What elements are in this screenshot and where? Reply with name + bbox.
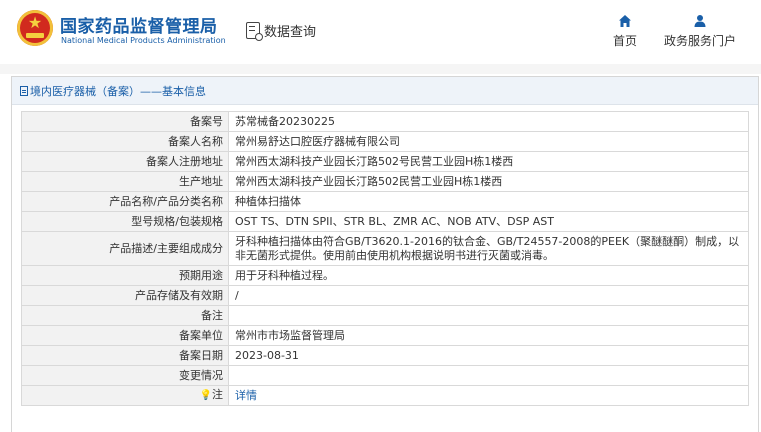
row-value: 2023-08-31 (228, 345, 749, 366)
panel-title: 境内医疗器械（备案）——基本信息 (30, 84, 206, 98)
row-label: 注 (212, 388, 223, 401)
site-header: ★ 国家药品监督管理局 National Medical Products Ad… (0, 0, 761, 64)
row-label: 备案人注册地址 (21, 151, 229, 172)
row-label: 产品描述/主要组成成分 (21, 231, 229, 266)
row-value: 种植体扫描体 (228, 191, 749, 212)
row-value: 常州西太湖科技产业园长汀路502号民营工业园H栋1楼西 (228, 151, 749, 172)
nav-government-services[interactable]: 政务服务门户 (661, 14, 739, 49)
data-query-link[interactable]: 数据查询 (246, 20, 317, 41)
table-row: 预期用途 用于牙科种植过程。 (21, 265, 749, 286)
row-label: 预期用途 (21, 265, 229, 286)
basic-info-table: 备案号 苏常械备20230225 备案人名称 常州易舒达口腔医疗器械有限公司 备… (21, 111, 749, 406)
row-label: 备案人名称 (21, 131, 229, 152)
row-label: 产品存储及有效期 (21, 285, 229, 306)
panel-header: 境内医疗器械（备案）——基本信息 (12, 77, 758, 105)
row-value: 常州市市场监督管理局 (228, 325, 749, 346)
table-row: 备案人注册地址 常州西太湖科技产业园长汀路502号民营工业园H栋1楼西 (21, 151, 749, 172)
row-value-cell: 详情 (228, 385, 749, 406)
site-title-en: National Medical Products Administration (61, 36, 226, 45)
row-value: / (228, 285, 749, 306)
row-label: 备案单位 (21, 325, 229, 346)
row-label: 备案号 (21, 111, 229, 132)
row-value: OST TS、DTN SPII、STR BL、ZMR AC、NOB ATV、DS… (228, 211, 749, 232)
row-value: 常州易舒达口腔医疗器械有限公司 (228, 131, 749, 152)
row-value (228, 365, 749, 386)
note-label-cell: 💡注 (21, 385, 229, 406)
info-panel: 境内医疗器械（备案）——基本信息 备案号 苏常械备20230225 备案人名称 … (11, 76, 759, 432)
table-row: 生产地址 常州西太湖科技产业园长汀路502民营工业园H栋1楼西 (21, 171, 749, 192)
table-row: 产品存储及有效期 / (21, 285, 749, 306)
table-row: 备案单位 常州市市场监督管理局 (21, 325, 749, 346)
details-link[interactable]: 详情 (235, 389, 257, 402)
document-icon (20, 85, 28, 96)
table-row: 备案日期 2023-08-31 (21, 345, 749, 366)
table-row: 变更情况 (21, 365, 749, 386)
row-value: 牙科种植扫描体由符合GB/T3620.1-2016的钛合金、GB/T24557-… (228, 231, 749, 266)
table-row: 型号规格/包装规格 OST TS、DTN SPII、STR BL、ZMR AC、… (21, 211, 749, 232)
table-row: 备案人名称 常州易舒达口腔医疗器械有限公司 (21, 131, 749, 152)
table-row: 💡注 详情 (21, 385, 749, 406)
row-label: 备注 (21, 305, 229, 326)
row-label: 生产地址 (21, 171, 229, 192)
header-divider (0, 64, 761, 74)
user-icon (694, 15, 706, 27)
document-search-icon (246, 21, 263, 41)
row-value (228, 305, 749, 326)
table-row: 备注 (21, 305, 749, 326)
national-emblem-logo: ★ (17, 10, 53, 46)
site-title-cn: 国家药品监督管理局 (60, 17, 218, 37)
row-value: 用于牙科种植过程。 (228, 265, 749, 286)
nav-home-label: 首页 (612, 34, 637, 48)
row-value: 苏常械备20230225 (228, 111, 749, 132)
table-row: 备案号 苏常械备20230225 (21, 111, 749, 132)
row-label: 变更情况 (21, 365, 229, 386)
table-row: 产品描述/主要组成成分 牙科种植扫描体由符合GB/T3620.1-2016的钛合… (21, 231, 749, 266)
lightbulb-icon: 💡 (199, 390, 212, 401)
row-label: 产品名称/产品分类名称 (21, 191, 229, 212)
home-icon (619, 15, 631, 27)
row-label: 备案日期 (21, 345, 229, 366)
data-query-label: 数据查询 (264, 24, 317, 40)
table-row: 产品名称/产品分类名称 种植体扫描体 (21, 191, 749, 212)
nav-services-label: 政务服务门户 (663, 34, 736, 48)
row-label: 型号规格/包装规格 (21, 211, 229, 232)
row-value: 常州西太湖科技产业园长汀路502民营工业园H栋1楼西 (228, 171, 749, 192)
nav-home[interactable]: 首页 (610, 14, 640, 49)
